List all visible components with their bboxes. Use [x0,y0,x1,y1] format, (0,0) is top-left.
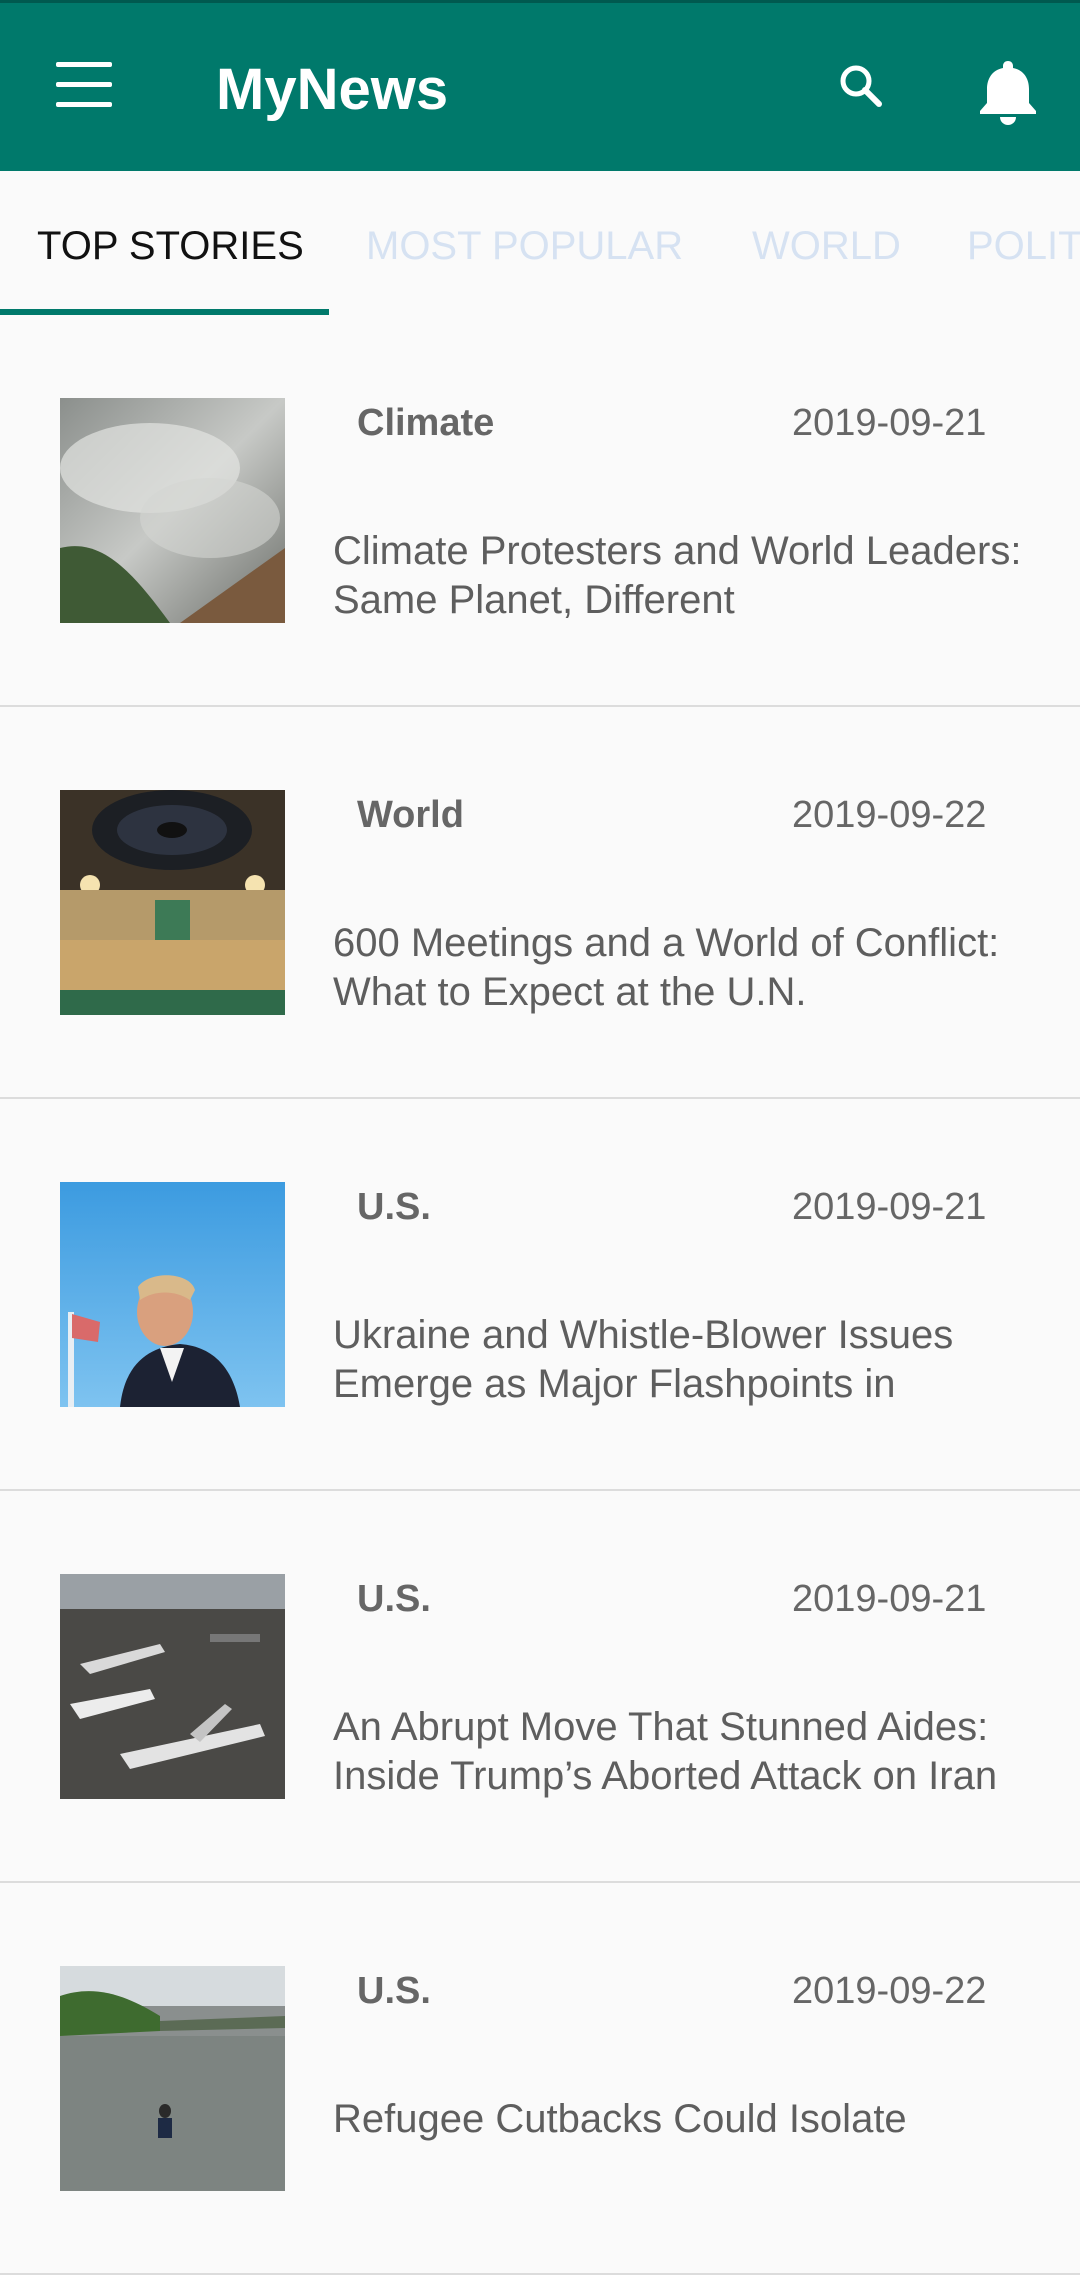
smoke-forest-photo [60,398,285,623]
article-item[interactable]: U.S. 2019-09-21 Ukraine and Whistle-Blow… [0,1099,1080,1491]
trump-profile-photo [60,1182,285,1407]
article-date: 2019-09-21 [792,1578,987,1620]
category-tabs: TOP STORIES MOST POPULAR WORLD POLIT [0,171,1080,315]
un-assembly-hall-photo [60,790,285,1015]
article-category: U.S. [357,1186,431,1228]
article-thumbnail [60,1966,285,2191]
article-item[interactable]: U.S. 2019-09-22 Refugee Cutbacks Could I… [0,1883,1080,2275]
article-headline: Climate Protesters and World Leaders: Sa… [333,529,1022,622]
article-category: World [357,794,464,836]
article-headline: Ukraine and Whistle-Blower Issues Emerge… [333,1313,954,1406]
bell-icon [980,61,1036,125]
article-thumbnail [60,790,285,1015]
article-headline: 600 Meetings and a World of Conflict: Wh… [333,921,1000,1014]
article-item[interactable]: U.S. 2019-09-21 An Abrupt Move That Stun… [0,1491,1080,1883]
notifications-button[interactable] [975,57,1041,127]
search-button[interactable] [834,59,890,115]
tab-politics[interactable]: POLIT [967,221,1080,271]
article-list: Climate 2019-09-21 Climate Protesters an… [0,315,1080,2275]
article-category: U.S. [357,1970,431,2012]
article-date: 2019-09-22 [792,794,987,836]
app-title: MyNews [216,57,449,122]
article-date: 2019-09-21 [792,1186,987,1228]
article-item[interactable]: World 2019-09-22 600 Meetings and a Worl… [0,707,1080,1099]
article-item[interactable]: Climate 2019-09-21 Climate Protesters an… [0,315,1080,707]
article-thumbnail [60,1182,285,1407]
menu-button[interactable] [50,60,116,112]
tab-top-stories[interactable]: TOP STORIES [37,221,304,271]
article-date: 2019-09-22 [792,1970,987,2012]
article-thumbnail [60,398,285,623]
article-category: U.S. [357,1578,431,1620]
aircraft-carrier-photo [60,1574,285,1799]
article-headline: Refugee Cutbacks Could Isolate [333,2097,907,2141]
tab-world[interactable]: WORLD [752,221,901,271]
article-headline: An Abrupt Move That Stunned Aides: Insid… [333,1705,998,1798]
app-bar: MyNews [0,0,1080,171]
article-date: 2019-09-21 [792,402,987,444]
tab-most-popular[interactable]: MOST POPULAR [366,221,683,271]
search-icon [840,65,882,107]
article-thumbnail [60,1574,285,1799]
article-category: Climate [357,402,495,444]
person-in-river-photo [60,1966,285,2191]
